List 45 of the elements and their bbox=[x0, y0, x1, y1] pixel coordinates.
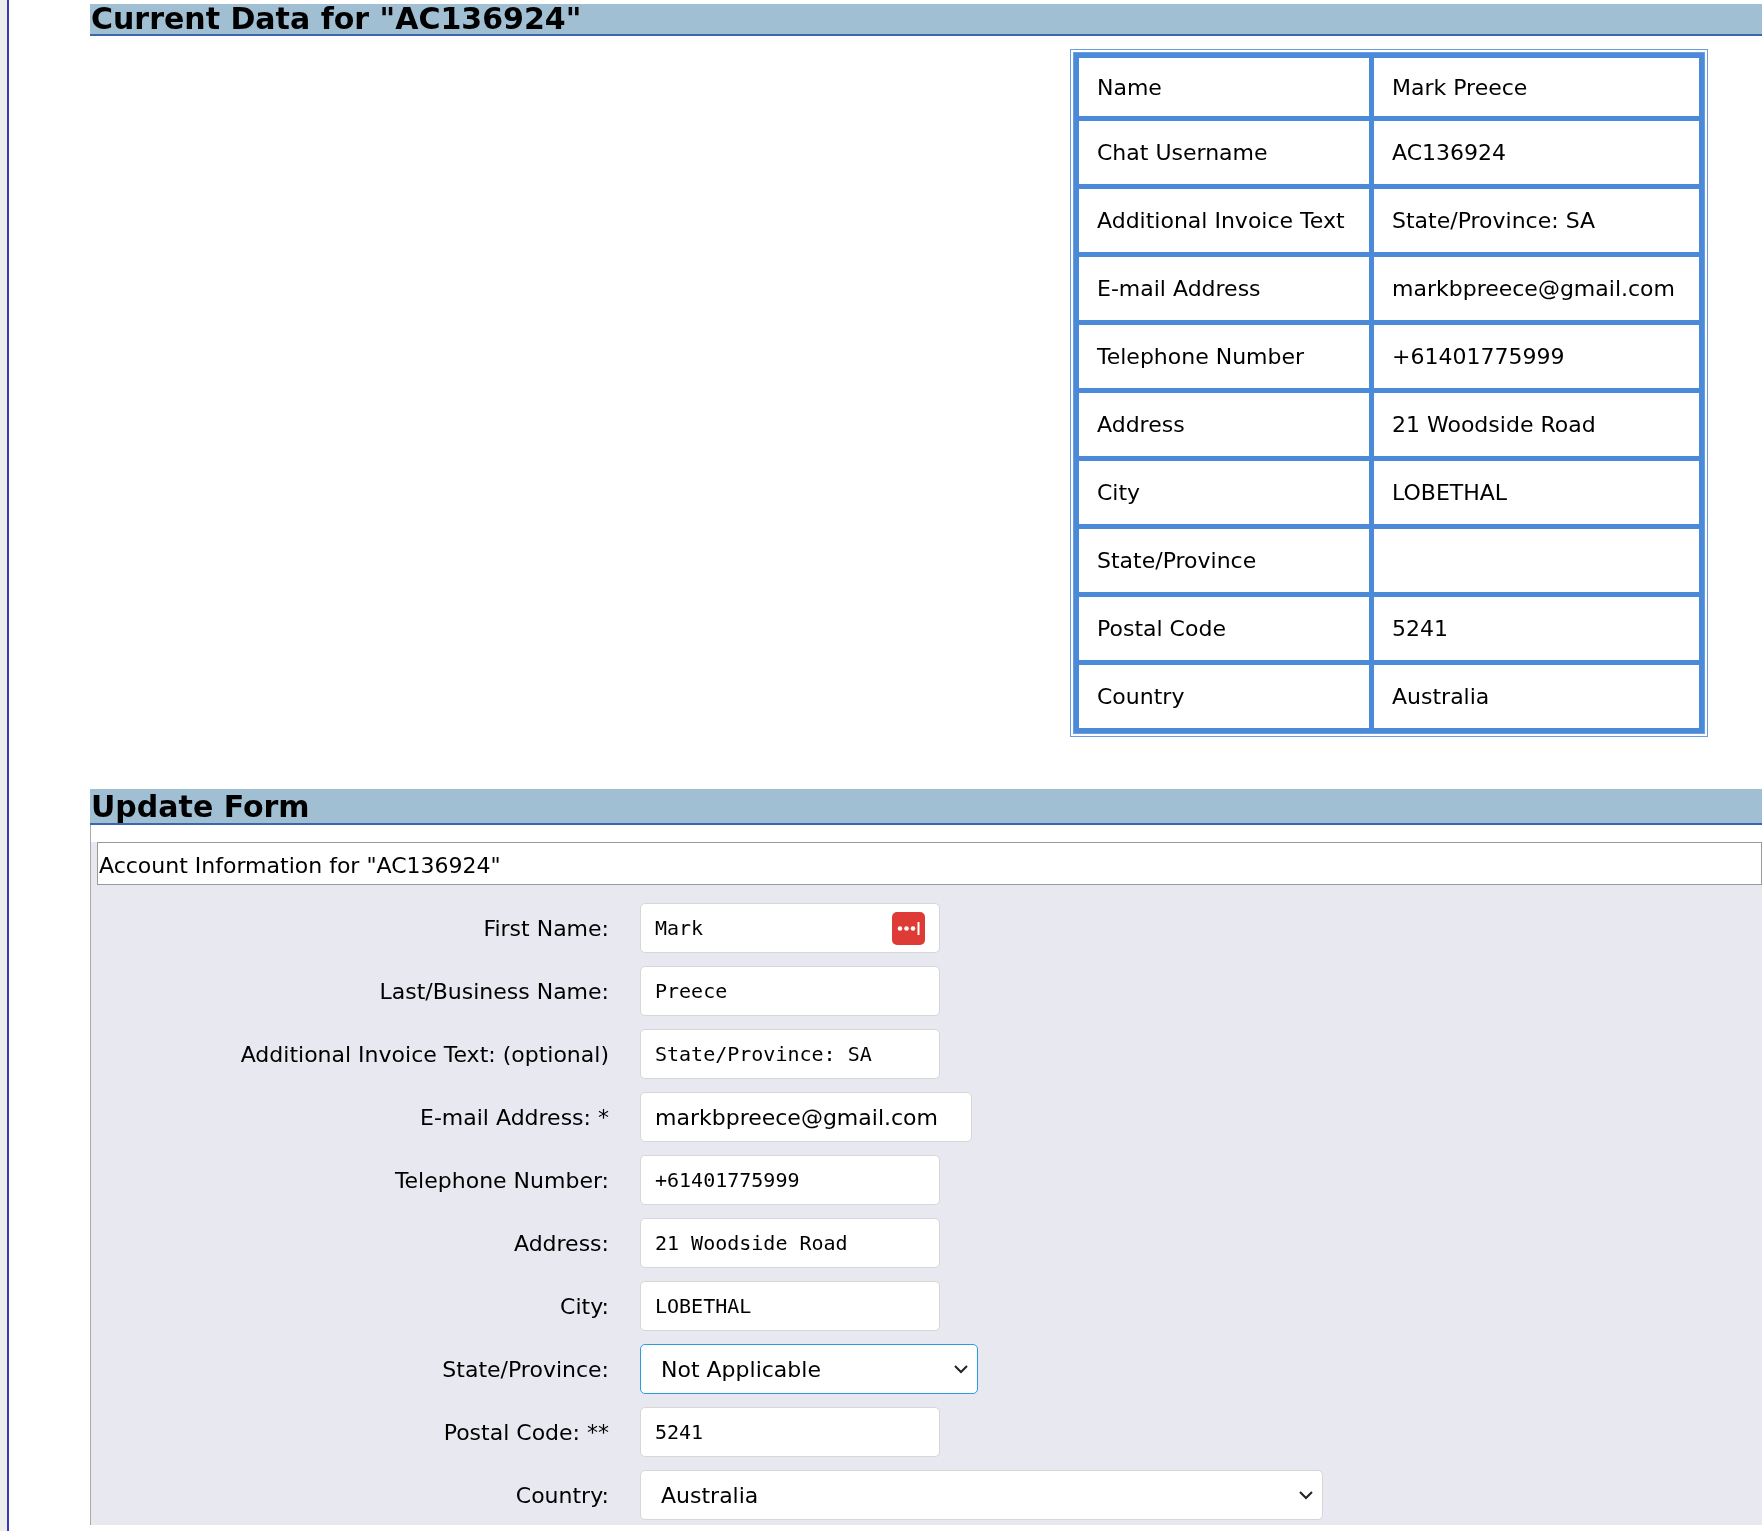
text-field[interactable]: State/Province: SA bbox=[640, 1029, 940, 1079]
field-label: E-mail Address: * bbox=[419, 1103, 609, 1132]
table-cell: Telephone Number bbox=[1074, 325, 1374, 393]
table-cell: Australia bbox=[1374, 665, 1704, 733]
table-cell: Country bbox=[1074, 665, 1374, 733]
table-cell: Chat Username bbox=[1074, 121, 1374, 189]
table-cell: State/Province: SA bbox=[1374, 189, 1704, 257]
field-label: First Name: bbox=[482, 914, 609, 943]
text-field[interactable]: Preece bbox=[640, 966, 940, 1016]
field-label: Additional Invoice Text: (optional) bbox=[239, 1040, 609, 1069]
field-label: State/Province: bbox=[441, 1355, 609, 1384]
table-cell: Mark Preece bbox=[1374, 53, 1704, 121]
text-field[interactable]: 21 Woodside Road bbox=[640, 1218, 940, 1268]
table-cell: City bbox=[1074, 461, 1374, 529]
table-cell: 5241 bbox=[1374, 597, 1704, 665]
field-label: Postal Code: ** bbox=[442, 1418, 609, 1447]
table-cell: +61401775999 bbox=[1374, 325, 1704, 393]
table-cell: LOBETHAL bbox=[1374, 461, 1704, 529]
section-heading: Update Form bbox=[90, 789, 1762, 825]
field-label: Last/Business Name: bbox=[378, 977, 609, 1006]
text-field[interactable]: 5241 bbox=[640, 1407, 940, 1457]
dots-icon[interactable] bbox=[892, 911, 925, 945]
chevron-down-icon bbox=[1298, 1490, 1314, 1500]
table-cell: Name bbox=[1074, 53, 1374, 121]
field-label: Address: bbox=[512, 1229, 609, 1258]
select-field[interactable]: Not Applicable bbox=[640, 1344, 978, 1394]
text-field[interactable]: +61401775999 bbox=[640, 1155, 940, 1205]
field-label: City: bbox=[559, 1292, 609, 1321]
table-cell: markbpreece@gmail.com bbox=[1374, 257, 1704, 325]
section-heading: Current Data for "AC136924" bbox=[90, 4, 1762, 36]
table-cell: 21 Woodside Road bbox=[1374, 393, 1704, 461]
text-field[interactable]: Mark bbox=[640, 903, 940, 953]
table-cell: State/Province bbox=[1074, 529, 1374, 597]
text-field[interactable]: LOBETHAL bbox=[640, 1281, 940, 1331]
table-cell: Postal Code bbox=[1074, 597, 1374, 665]
field-label: Telephone Number: bbox=[393, 1166, 609, 1195]
table-cell: Additional Invoice Text bbox=[1074, 189, 1374, 257]
table-cell: AC136924 bbox=[1374, 121, 1704, 189]
chevron-down-icon bbox=[953, 1364, 969, 1374]
select-field[interactable]: Australia bbox=[640, 1470, 1323, 1520]
table-cell: Address bbox=[1074, 393, 1374, 461]
email-field[interactable]: markbpreece@gmail.com bbox=[640, 1092, 972, 1142]
table-cell: E-mail Address bbox=[1074, 257, 1374, 325]
fieldset-legend: Account Information for "AC136924" bbox=[97, 842, 1762, 885]
field-label: Country: bbox=[514, 1481, 609, 1510]
